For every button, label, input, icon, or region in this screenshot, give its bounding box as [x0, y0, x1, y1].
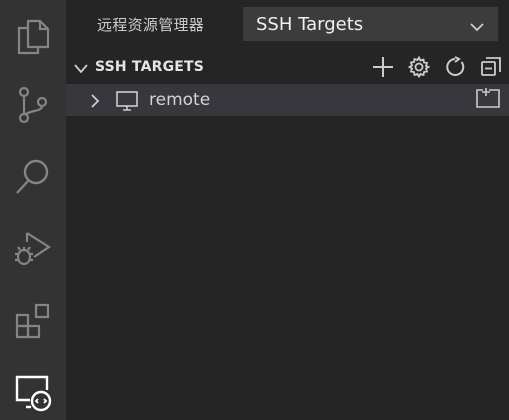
activity-explorer[interactable] [0, 6, 66, 68]
tree-item-remote[interactable]: remote [66, 84, 509, 116]
target-type-select-value: SSH Targets [256, 13, 364, 35]
files-icon [16, 19, 50, 55]
activity-remote-explorer[interactable] [0, 362, 66, 420]
collapse-all-icon [480, 56, 502, 82]
sidebar-header: 远程资源管理器 SSH Targets [66, 0, 509, 50]
gear-icon [407, 55, 431, 82]
section-actions [365, 55, 509, 82]
chevron-right-icon[interactable] [89, 93, 101, 113]
open-in-new-window-button[interactable] [472, 87, 504, 113]
refresh-icon [444, 56, 466, 82]
run-debug-icon [14, 230, 52, 268]
add-target-button[interactable] [365, 56, 401, 82]
configure-button[interactable] [401, 55, 437, 82]
section-title: SSH TARGETS [95, 59, 205, 75]
collapse-all-button[interactable] [473, 56, 509, 82]
extensions-icon [14, 302, 52, 340]
sidebar-title: 远程资源管理器 [97, 16, 205, 34]
sidebar: 远程资源管理器 SSH Targets SSH TARGETS remote [66, 0, 509, 420]
ssh-targets-section-header[interactable]: SSH TARGETS [66, 54, 509, 82]
monitor-icon [116, 91, 138, 115]
plus-icon [372, 56, 394, 82]
tree-item-label: remote [149, 90, 211, 110]
activity-search[interactable] [0, 146, 66, 208]
chevron-down-icon [469, 18, 485, 37]
activity-bar [0, 0, 66, 420]
activity-extensions[interactable] [0, 290, 66, 352]
source-control-icon [17, 86, 49, 124]
target-type-select[interactable]: SSH Targets [243, 7, 498, 41]
activity-run-debug[interactable] [0, 218, 66, 280]
vscode-window: 远程资源管理器 SSH Targets SSH TARGETS remote [0, 0, 509, 420]
open-in-new-window-icon [476, 87, 500, 113]
activity-source-control[interactable] [0, 74, 66, 136]
chevron-down-icon [73, 61, 89, 80]
refresh-button[interactable] [437, 56, 473, 82]
search-icon [15, 158, 51, 196]
remote-explorer-icon [14, 374, 52, 412]
